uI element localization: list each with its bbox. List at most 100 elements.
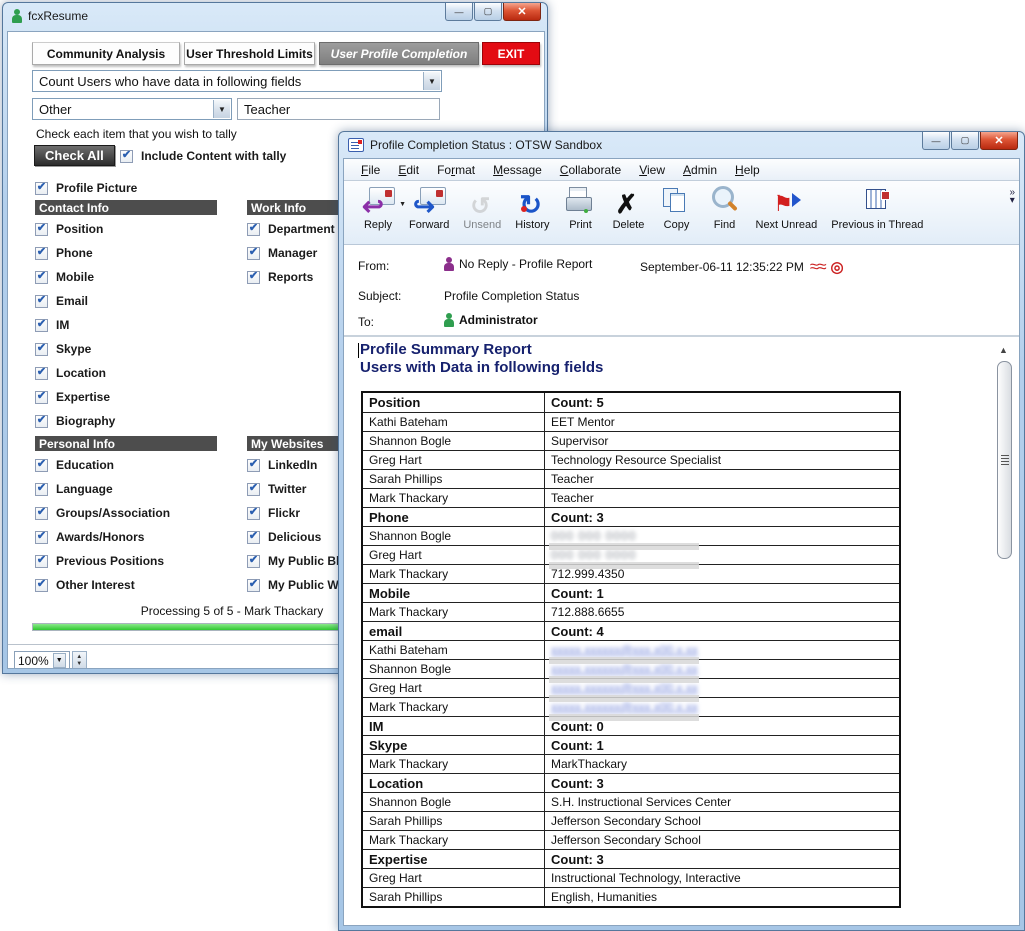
- table-row: Mark Thackary Teacher: [363, 488, 899, 507]
- zoom-spinner[interactable]: ▲▼: [72, 651, 87, 669]
- check-item-language[interactable]: ✔ Language: [35, 477, 235, 501]
- toolbar-button-history[interactable]: ↻ History: [508, 185, 556, 239]
- menu-item-collaborate[interactable]: Collaborate: [551, 163, 630, 177]
- checkbox[interactable]: ✔: [247, 531, 260, 544]
- check-item-other-interest[interactable]: ✔ Other Interest: [35, 573, 235, 597]
- toolbar-button-unsend: ↺ Unsend: [456, 185, 508, 239]
- redacted-email-value[interactable]: xxxxx.xxxxxx@xxx.x00.x.xx: [551, 643, 698, 657]
- checkbox[interactable]: ✔: [35, 531, 48, 544]
- fcx-titlebar[interactable]: fcxResume — ▢ ✕: [3, 3, 547, 29]
- notes-titlebar[interactable]: Profile Completion Status : OTSW Sandbox…: [339, 132, 1024, 158]
- menu-item-file[interactable]: File: [352, 163, 389, 177]
- check-item-phone[interactable]: ✔ Phone: [35, 241, 235, 265]
- toolbar-button-delete[interactable]: ✗ Delete: [605, 185, 653, 239]
- checkbox[interactable]: ✔: [120, 150, 133, 163]
- toolbar-button-find[interactable]: Find: [701, 185, 749, 239]
- toolbar-button-print[interactable]: Print: [557, 185, 605, 239]
- include-content-checkbox[interactable]: ✔ Include Content with tally: [120, 144, 286, 168]
- scrollbar-thumb[interactable]: [997, 361, 1012, 559]
- toolbar-button-reply[interactable]: ↩ Reply ▼: [354, 185, 402, 239]
- checkbox[interactable]: ✔: [35, 555, 48, 568]
- checkbox[interactable]: ✔: [35, 343, 48, 356]
- check-item-groups-association[interactable]: ✔ Groups/Association: [35, 501, 235, 525]
- checkbox[interactable]: ✔: [35, 459, 48, 472]
- menu-item-edit[interactable]: Edit: [389, 163, 428, 177]
- checkbox[interactable]: ✔: [247, 483, 260, 496]
- menu-item-help[interactable]: Help: [726, 163, 769, 177]
- checkbox[interactable]: ✔: [35, 295, 48, 308]
- count-mode-dropdown[interactable]: Count Users who have data in following f…: [32, 70, 442, 92]
- tab-user-threshold-limits[interactable]: User Threshold Limits: [184, 42, 315, 65]
- minimize-button[interactable]: —: [922, 132, 950, 150]
- row-value-cell: MarkThackary: [545, 755, 899, 773]
- checkbox[interactable]: ✔: [247, 507, 260, 520]
- other-dropdown[interactable]: Other ▼: [32, 98, 232, 120]
- row-field-cell: Shannon Bogle: [363, 527, 545, 545]
- toolbar-button-next-unread[interactable]: ⚑ Next Unread: [749, 185, 825, 239]
- chevron-down-icon[interactable]: ▼: [213, 100, 230, 118]
- chevron-down-icon[interactable]: ▼: [423, 72, 440, 90]
- checkbox[interactable]: ✔: [247, 555, 260, 568]
- other-value-input[interactable]: Teacher: [237, 98, 440, 120]
- toolbar-button-copy[interactable]: Copy: [653, 185, 701, 239]
- checkbox[interactable]: ✔: [35, 271, 48, 284]
- chevron-down-icon[interactable]: ▼: [53, 653, 66, 668]
- check-item-skype[interactable]: ✔ Skype: [35, 337, 235, 361]
- row-value-cell: EET Mentor: [545, 413, 899, 431]
- reply-icon: ↩: [361, 185, 395, 217]
- check-all-button[interactable]: Check All: [34, 145, 115, 166]
- check-item-mobile[interactable]: ✔ Mobile: [35, 265, 235, 289]
- checkbox[interactable]: ✔: [35, 367, 48, 380]
- checkbox[interactable]: ✔: [35, 483, 48, 496]
- redacted-email-value[interactable]: xxxxx.xxxxxx@xxx.x00.x.xx: [551, 681, 698, 695]
- check-item-education[interactable]: ✔ Education: [35, 453, 235, 477]
- checkbox[interactable]: ✔: [35, 223, 48, 236]
- checkbox[interactable]: ✔: [247, 247, 260, 260]
- maximize-button[interactable]: ▢: [951, 132, 979, 150]
- checkbox-label: Education: [56, 458, 114, 472]
- menu-item-view[interactable]: View: [630, 163, 674, 177]
- check-item-email[interactable]: ✔ Email: [35, 289, 235, 313]
- check-item-biography[interactable]: ✔ Biography: [35, 409, 235, 433]
- close-button[interactable]: ✕: [503, 3, 541, 21]
- zoom-level-dropdown[interactable]: 100% ▼: [14, 651, 70, 669]
- checkbox[interactable]: ✔: [35, 182, 48, 195]
- count-mode-value: Count Users who have data in following f…: [39, 74, 301, 89]
- menu-item-format[interactable]: Format: [428, 163, 484, 177]
- menu-item-message[interactable]: Message: [484, 163, 551, 177]
- check-item-awards-honors[interactable]: ✔ Awards/Honors: [35, 525, 235, 549]
- close-button[interactable]: ✕: [980, 132, 1018, 150]
- minimize-button[interactable]: —: [445, 3, 473, 21]
- checkbox[interactable]: ✔: [35, 247, 48, 260]
- check-item-previous-positions[interactable]: ✔ Previous Positions: [35, 549, 235, 573]
- checkbox[interactable]: ✔: [247, 459, 260, 472]
- checkbox[interactable]: ✔: [247, 579, 260, 592]
- table-row: Greg Hart Technology Resource Specialist: [363, 450, 899, 469]
- toolbar-button-forward[interactable]: ↪ Forward: [402, 185, 456, 239]
- checkbox[interactable]: ✔: [35, 579, 48, 592]
- checkbox[interactable]: ✔: [35, 319, 48, 332]
- check-item-expertise[interactable]: ✔ Expertise: [35, 385, 235, 409]
- table-row: Shannon Bogle Supervisor: [363, 431, 899, 450]
- report-title: Profile Summary Report: [360, 341, 603, 359]
- scroll-up-icon[interactable]: ▲: [999, 345, 1008, 355]
- vertical-scrollbar[interactable]: ▲: [997, 345, 1013, 905]
- checkbox[interactable]: ✔: [35, 415, 48, 428]
- redacted-email-value[interactable]: xxxxx.xxxxxx@xxx.x00.x.xx: [551, 700, 698, 714]
- tab-user-profile-completion[interactable]: User Profile Completion: [319, 42, 479, 65]
- exit-button[interactable]: EXIT: [482, 42, 540, 65]
- row-value-cell: Count: 3: [545, 850, 899, 868]
- check-item-position[interactable]: ✔ Position: [35, 217, 235, 241]
- check-item-im[interactable]: ✔ IM: [35, 313, 235, 337]
- menu-item-admin[interactable]: Admin: [674, 163, 726, 177]
- toolbar-overflow-button[interactable]: »▾: [1009, 189, 1015, 205]
- checkbox[interactable]: ✔: [247, 223, 260, 236]
- checkbox[interactable]: ✔: [35, 507, 48, 520]
- toolbar-button-previous-in-thread[interactable]: Previous in Thread: [824, 185, 930, 239]
- check-item-location[interactable]: ✔ Location: [35, 361, 235, 385]
- maximize-button[interactable]: ▢: [474, 3, 502, 21]
- checkbox[interactable]: ✔: [35, 391, 48, 404]
- redacted-email-value[interactable]: xxxxx.xxxxxx@xxx.x00.x.xx: [551, 662, 698, 676]
- checkbox[interactable]: ✔: [247, 271, 260, 284]
- tab-community-analysis[interactable]: Community Analysis: [32, 42, 180, 65]
